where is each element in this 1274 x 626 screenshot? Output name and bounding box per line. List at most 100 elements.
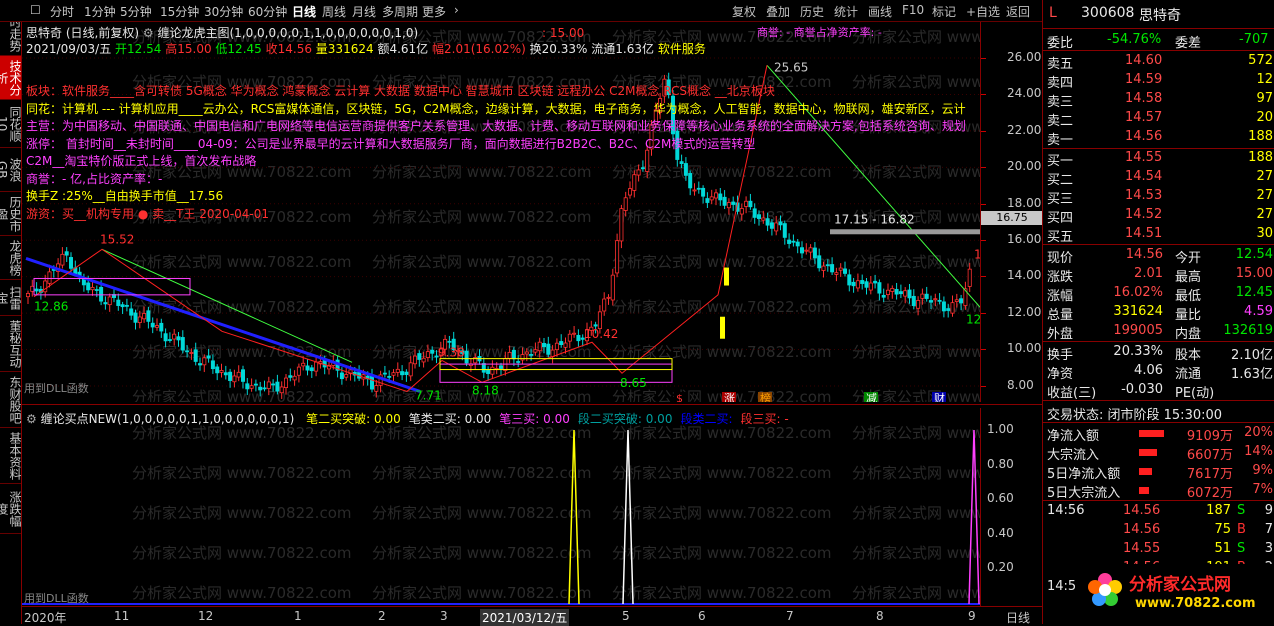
chevron-right-icon[interactable]: › [454,3,459,17]
period-10[interactable]: 更多 [422,3,446,20]
price-tick: 12.00 [1007,304,1042,319]
period-6[interactable]: 日线 [292,3,316,20]
candle-body [877,282,882,294]
bar-turnover: 换20.33% [529,42,588,56]
left-tab-8[interactable]: 东财股吧 [0,372,22,428]
candle-body [959,298,964,304]
period-2[interactable]: 5分钟 [120,3,152,20]
period-8[interactable]: 月线 [352,3,376,20]
flow-value: 6607万 [1186,448,1233,463]
tick-price: 14.55 [1123,541,1161,556]
left-tab-6[interactable]: 扫雷宝 [0,280,22,316]
indicator-name[interactable]: 缠论买点NEW(1,0,0,0,0,0,1,1,0,0,0,0,0,0,1) [41,412,295,426]
ask-row[interactable]: 卖二 14.57 20 [1043,109,1274,129]
candle-body [941,301,946,312]
toolbar-btn-3[interactable]: 统计 [834,3,858,20]
left-tab-4[interactable]: 历史市盈 [0,192,22,236]
checkbox-icon[interactable]: ☐ [30,3,41,17]
period-label[interactable]: 日线 [1006,609,1030,626]
period-7[interactable]: 周线 [322,3,346,20]
candle-body [206,355,211,359]
price-label: 12.86 [34,300,68,314]
kline-chart[interactable]: 分析家公式网 www.70822.com 分析家公式网 www.70822.com… [22,22,980,402]
bid-price: 14.53 [1125,188,1163,203]
bid-row[interactable]: 买四 14.52 27 [1043,206,1274,226]
bid-row[interactable]: 买三 14.53 27 [1043,187,1274,207]
bid-row[interactable]: 买一 14.55 188 [1043,149,1274,169]
left-tab-10[interactable]: 涨跌幅度 [0,484,22,534]
toolbar-btn-7[interactable]: +自选 [966,3,1000,20]
period-5[interactable]: 60分钟 [248,3,287,20]
date-tick: 6 [698,609,706,623]
price-tick: 18.00 [1007,195,1042,210]
bid-label: 买四 [1047,211,1074,226]
price-tick: 16.00 [1007,232,1042,246]
flow-label: 大宗流入 [1047,448,1100,463]
weicha-label: 委差 [1175,36,1202,51]
candle-body [464,350,469,364]
left-tab-5[interactable]: 龙虎榜 [0,236,22,280]
candle-body [873,280,878,284]
toolbar-btn-8[interactable]: 返回 [1006,3,1030,20]
price-tick: 24.00 [1007,86,1042,101]
left-tab-1[interactable]: 技术分析 [0,56,22,100]
candle-body [142,313,147,320]
ask-row[interactable]: 卖五 14.60 572 [1043,52,1274,72]
event-marker-label: 涨 [724,392,735,402]
price-axis-frame: 26.00 24.00 22.00 20.00 18.00 16.00 14.00 12.00… [980,22,1043,402]
ask-row[interactable]: 卖一 14.56 188 [1043,128,1274,148]
period-1[interactable]: 1分钟 [84,3,116,20]
period-9[interactable]: 多周期 [382,3,418,20]
candle-body [516,361,521,363]
ask-price: 14.56 [1125,129,1163,144]
candle-body [301,362,306,367]
bid-vol: 27 [1256,169,1273,184]
bar-open: 开12.54 [115,42,162,56]
candle-body [275,381,280,392]
toolbar-btn-4[interactable]: 画线 [868,3,892,20]
bid-row[interactable]: 买二 14.54 27 [1043,168,1274,188]
candle-body [529,354,534,356]
info-line: 同花：计算机 --- 计算机应用____云办公，RCS富媒体通信，区块链，5G，… [26,101,966,116]
candle-body [305,365,310,371]
bid-row[interactable]: 买五 14.51 30 [1043,225,1274,245]
watermark: 分析家公式网 www.70822.com [612,584,832,602]
toolbar-btn-0[interactable]: 复权 [732,3,756,20]
indicator-canvas[interactable]: 分析家公式网 www.70822.com 分析家公式网 www.70822.com… [22,408,980,606]
bar-change: 幅2.01(16.02%) [432,42,526,56]
toolbar-btn-5[interactable]: F10 [902,3,924,17]
candle-body [116,299,121,306]
indicator-pane[interactable]: 分析家公式网 www.70822.com 分析家公式网 www.70822.com… [22,408,980,606]
candle-body [137,316,142,324]
tick-count: 9 [1264,503,1273,518]
settings-icon[interactable]: ⚙ [26,412,37,426]
flow-value: 7617万 [1186,467,1233,482]
stat-label: 最高 [1175,270,1202,285]
toolbar-btn-1[interactable]: 叠加 [766,3,790,20]
candle-body [120,304,125,308]
candle-body [167,339,172,341]
resistance-band [830,229,980,235]
left-tab-3[interactable]: 波浪GB [0,148,22,192]
ask-label: 卖五 [1047,57,1074,72]
ask-row[interactable]: 卖四 14.59 12 [1043,71,1274,91]
settings-icon[interactable]: ⚙ [143,26,154,40]
candle-body [524,351,529,355]
period-0[interactable]: 分时 [50,3,74,20]
candle-body [933,298,938,301]
tick-mark [981,130,986,132]
left-tab-7[interactable]: 董秘互动 [0,316,22,372]
bid-label: 买三 [1047,192,1074,207]
left-tab-2[interactable]: 同花顺10 [0,100,22,148]
left-tab-9[interactable]: 基本资料 [0,428,22,484]
ask-row[interactable]: 卖三 14.58 97 [1043,90,1274,110]
candle-body [154,325,159,328]
candle-body [400,371,405,376]
toolbar-btn-6[interactable]: 标记 [932,3,956,20]
tick-mark [981,167,986,169]
period-4[interactable]: 30分钟 [204,3,243,20]
toolbar-btn-2[interactable]: 历史 [800,3,824,20]
period-3[interactable]: 15分钟 [160,3,199,20]
main-indicator-name[interactable]: 缠论龙虎主图(1,0,0,0,0,0,1,1,0,0,0,0,0,0,1,0) [157,26,418,40]
candle-body [258,386,263,391]
